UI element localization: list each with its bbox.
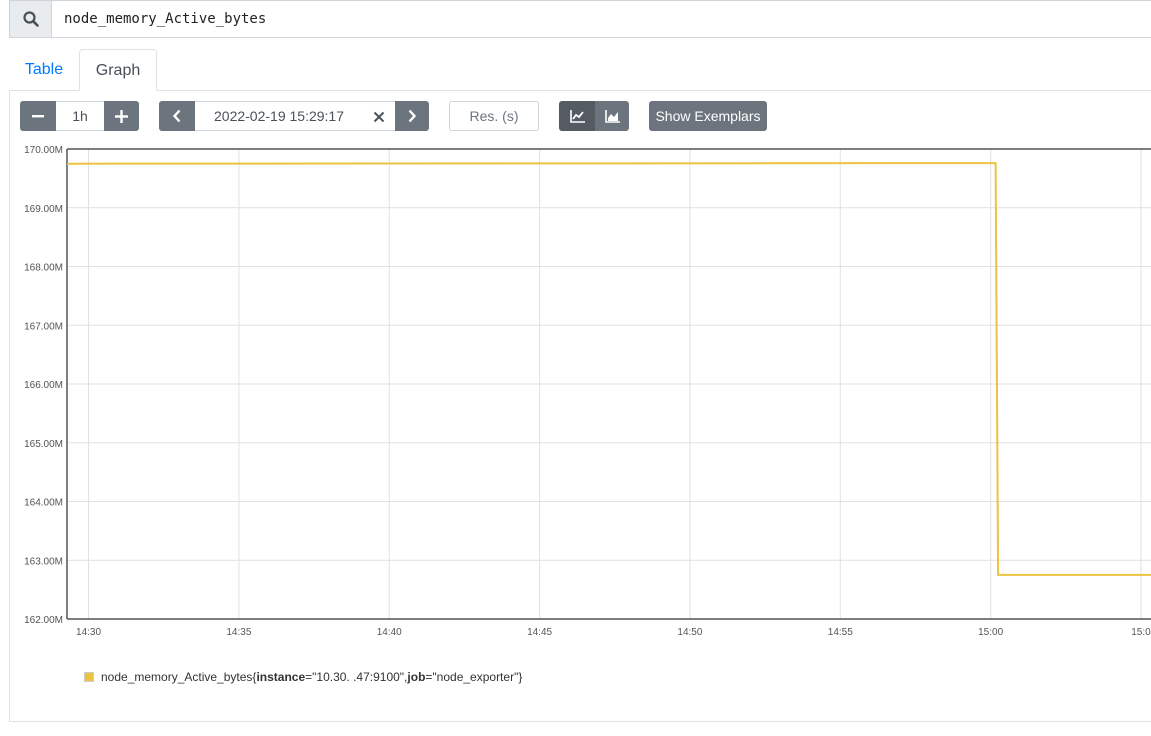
- legend-label-value: ="node_exporter"}: [425, 670, 523, 684]
- stacked-mode-button[interactable]: [595, 101, 629, 131]
- decrease-range-button[interactable]: [20, 101, 56, 131]
- resolution-input[interactable]: Res. (s): [449, 101, 539, 131]
- close-icon[interactable]: [373, 110, 385, 126]
- line-mode-button[interactable]: [559, 101, 595, 131]
- search-icon[interactable]: [10, 1, 52, 37]
- expression-input[interactable]: node_memory_Active_bytes: [52, 1, 266, 37]
- legend-label-value: ="10.30. .47:9100",: [305, 670, 408, 684]
- legend-swatch[interactable]: [84, 672, 94, 682]
- legend-label-key: instance: [256, 670, 306, 684]
- area-chart-icon: [604, 109, 620, 123]
- query-bar: node_memory_Active_bytes: [9, 0, 1151, 38]
- minus-icon: [32, 115, 44, 118]
- end-time-value: 2022-02-19 15:29:17: [214, 108, 344, 124]
- tab-graph[interactable]: Graph: [79, 49, 157, 91]
- increase-range-button[interactable]: [104, 101, 139, 131]
- legend-metric: node_memory_Active_bytes: [101, 670, 253, 684]
- line-chart-icon: [569, 109, 585, 123]
- legend-label-key: job: [407, 670, 426, 684]
- range-input[interactable]: 1h: [56, 101, 104, 131]
- tab-bar: Table Graph: [9, 49, 1151, 91]
- chevron-left-icon: [172, 109, 181, 123]
- chevron-right-icon: [408, 109, 417, 123]
- prev-time-button[interactable]: [159, 101, 195, 131]
- graph-panel: [9, 91, 1151, 722]
- show-exemplars-button[interactable]: Show Exemplars: [649, 101, 767, 131]
- legend: node_memory_Active_bytes{instance ="10.30…: [84, 670, 522, 684]
- tab-table[interactable]: Table: [9, 49, 79, 91]
- plus-icon: [115, 109, 128, 123]
- end-time-field[interactable]: 2022-02-19 15:29:17: [195, 101, 395, 131]
- next-time-button[interactable]: [395, 101, 429, 131]
